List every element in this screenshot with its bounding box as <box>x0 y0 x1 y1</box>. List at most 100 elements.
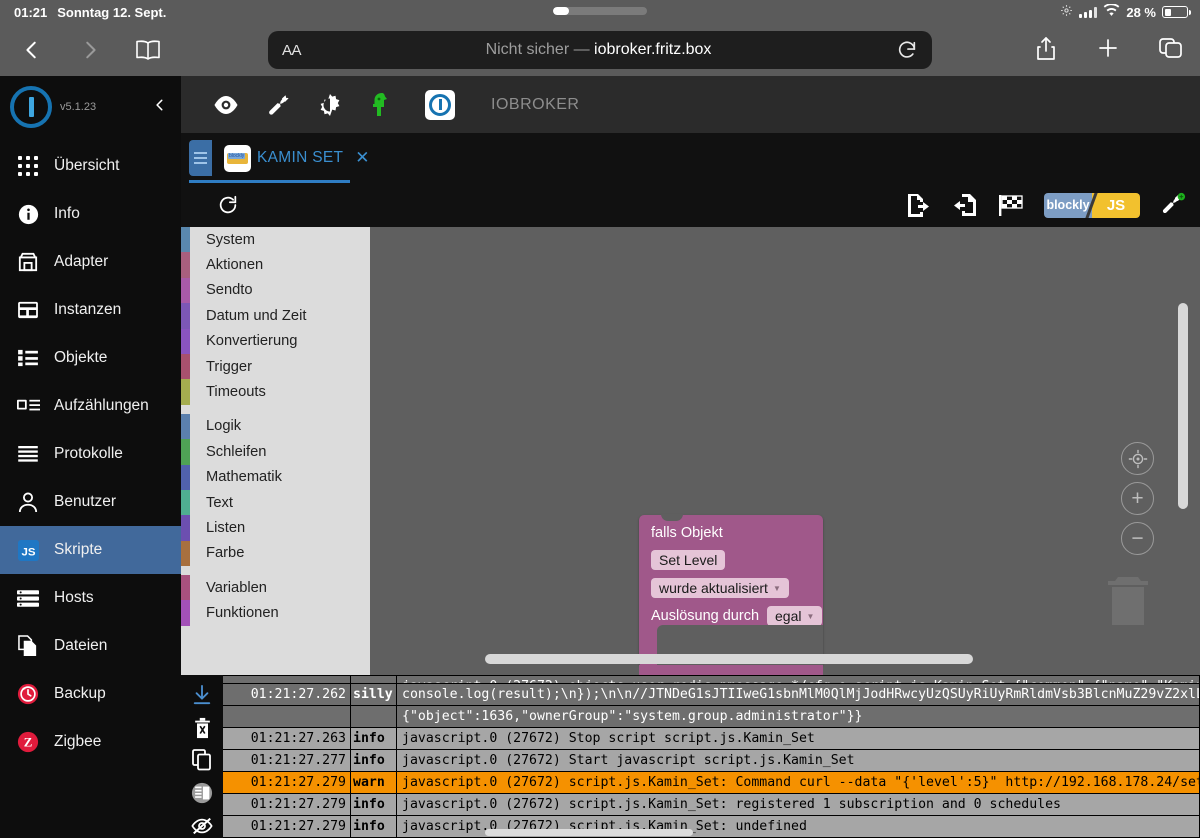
category-color <box>181 379 190 405</box>
toolbox-category-variablen[interactable]: Variablen <box>181 575 370 601</box>
screen: 01:21 Sonntag 12. Sept. 28 % AA Nicht si… <box>0 0 1200 838</box>
wrench-bug-icon[interactable] <box>1160 192 1186 218</box>
toolbox-category-sendto[interactable]: Sendto <box>181 277 370 304</box>
log-severity: info <box>351 793 397 815</box>
address-bar[interactable]: AA Nicht sicher — iobroker.fritz.box <box>268 31 932 69</box>
head-green-icon[interactable] <box>369 92 395 118</box>
reload-icon[interactable] <box>896 39 918 61</box>
workspace-zoom-controls[interactable]: + − <box>1121 442 1154 555</box>
book-icon[interactable] <box>134 36 162 64</box>
import-blocks-icon[interactable] <box>952 192 978 218</box>
toolbox-category-funktionen[interactable]: Funktionen <box>181 600 370 626</box>
contrast-icon[interactable] <box>317 92 343 118</box>
table-row[interactable]: 01:21:27.279 info javascript.0 (27672) s… <box>223 815 1200 837</box>
sidebar-item-dateien[interactable]: Dateien <box>0 622 181 670</box>
blockly-toolbox[interactable]: System Aktionen Sendto Datum und Zeit Ko… <box>181 227 370 675</box>
category-color <box>181 439 190 465</box>
sidebar-item-objekte[interactable]: Objekte <box>0 334 181 382</box>
sidebar-item-skripte[interactable]: JS Skripte <box>0 526 181 574</box>
toolbox-category-schleifen[interactable]: Schleifen <box>181 439 370 465</box>
toolbox-category-text[interactable]: Text <box>181 489 370 516</box>
block-on-object[interactable]: falls Objekt Set Level wurde aktualisier… <box>639 514 823 675</box>
lines-icon <box>16 442 40 466</box>
tab-kamin-set[interactable]: KAMIN SET ✕ <box>224 144 370 172</box>
toolbox-category-mathematik[interactable]: Mathematik <box>181 464 370 490</box>
instances-icon <box>16 298 40 322</box>
workspace-horizontal-scrollbar[interactable] <box>485 654 973 664</box>
sidebar-item-uebersicht[interactable]: Übersicht <box>0 142 181 190</box>
status-bar-right: 28 % <box>1060 0 1191 24</box>
zoom-out-button[interactable]: − <box>1121 522 1154 555</box>
event-field[interactable]: wurde aktualisiert ▼ <box>651 578 789 598</box>
trigger-field[interactable]: egal ▼ <box>767 606 823 626</box>
share-icon[interactable] <box>1034 36 1062 64</box>
toolbox-category-aktionen[interactable]: Aktionen <box>181 252 370 278</box>
sidebar-item-benutzer[interactable]: Benutzer <box>0 478 181 526</box>
eye-icon[interactable] <box>213 92 239 118</box>
sidebar-item-zigbee[interactable]: Z Zigbee <box>0 718 181 766</box>
sidebar-item-hosts[interactable]: Hosts <box>0 574 181 622</box>
hosts-icon <box>16 586 40 610</box>
sidebar-item-backup[interactable]: Backup <box>0 670 181 718</box>
block-notch <box>661 514 683 521</box>
workspace-vertical-scrollbar[interactable] <box>1178 303 1188 509</box>
toolbox-category-system[interactable]: System <box>181 227 370 253</box>
zoom-center-icon[interactable] <box>1121 442 1154 475</box>
checkered-flag-icon[interactable] <box>998 192 1024 218</box>
iobroker-logo-icon <box>425 89 455 120</box>
category-color <box>181 489 190 516</box>
category-color <box>181 413 190 440</box>
chevron-left-icon[interactable] <box>18 36 46 64</box>
table-row[interactable]: 01:21:27.279 info javascript.0 (27672) s… <box>223 793 1200 815</box>
sidebar-collapse-button[interactable] <box>153 95 167 120</box>
log-table[interactable]: javascript.0 (27672) objects user redis … <box>223 675 1200 838</box>
wrench-icon[interactable] <box>265 92 291 118</box>
log-severity: info <box>351 815 397 837</box>
table-row[interactable]: 01:21:27.262 silly console.log(result);\… <box>223 683 1200 705</box>
table-row[interactable]: 01:21:27.279 warn javascript.0 (27672) s… <box>223 771 1200 793</box>
toolbox-category-timeouts[interactable]: Timeouts <box>181 379 370 405</box>
toolbox-category-listen[interactable]: Listen <box>181 515 370 541</box>
toolbox-category-trigger[interactable]: Trigger <box>181 353 370 380</box>
sidebar-item-instanzen[interactable]: Instanzen <box>0 286 181 334</box>
delete-log-icon[interactable] <box>190 716 214 740</box>
sidebar-item-adapter[interactable]: Adapter <box>0 238 181 286</box>
table-row[interactable]: {"object":1636,"ownerGroup":"system.grou… <box>223 705 1200 727</box>
zoom-in-button[interactable]: + <box>1121 482 1154 515</box>
layout-icon[interactable] <box>190 781 214 805</box>
toolbox-category-logik[interactable]: Logik <box>181 413 370 440</box>
eye-off-icon[interactable] <box>190 814 214 838</box>
block-title: falls Objekt <box>651 525 723 541</box>
status-date: Sonntag 12. Sept. <box>57 4 167 20</box>
log-horizontal-scrollbar[interactable] <box>485 829 693 836</box>
blockly-js-toggle[interactable]: blockly JS <box>1044 192 1140 218</box>
reload-icon[interactable] <box>217 194 239 216</box>
toolbox-category-konvertierung[interactable]: Konvertierung <box>181 328 370 354</box>
log-severity <box>351 675 397 683</box>
category-label: Trigger <box>206 358 252 375</box>
svg-text:JS: JS <box>21 546 35 558</box>
object-field[interactable]: Set Level <box>651 550 726 570</box>
copy-icon[interactable] <box>190 749 214 773</box>
status-bar-left: 01:21 Sonntag 12. Sept. <box>0 5 166 20</box>
plus-icon[interactable] <box>1096 36 1124 64</box>
table-row[interactable]: 01:21:27.263 info javascript.0 (27672) S… <box>223 727 1200 749</box>
sidebar-item-protokolle[interactable]: Protokolle <box>0 430 181 478</box>
toolbox-category-farbe[interactable]: Farbe <box>181 540 370 567</box>
sidebar-item-info[interactable]: Info <box>0 190 181 238</box>
download-icon[interactable] <box>190 683 214 707</box>
close-icon[interactable]: ✕ <box>355 148 369 168</box>
tabs-icon[interactable] <box>1158 36 1186 64</box>
blockly-workspace[interactable]: System Aktionen Sendto Datum und Zeit Ko… <box>181 227 1200 675</box>
table-row[interactable]: javascript.0 (27672) objects user redis … <box>223 675 1200 683</box>
trash-icon[interactable] <box>1104 571 1152 627</box>
toolbox-category-datum-und-zeit[interactable]: Datum und Zeit <box>181 303 370 329</box>
sidebar-item-aufzaehlungen[interactable]: Aufzählungen <box>0 382 181 430</box>
table-row[interactable]: 01:21:27.277 info javascript.0 (27672) S… <box>223 749 1200 771</box>
tab-label: KAMIN SET <box>257 149 344 166</box>
sidebar-item-label: Aufzählungen <box>54 397 149 414</box>
export-blocks-icon[interactable] <box>906 192 932 218</box>
hamburger-icon[interactable] <box>189 140 212 176</box>
text-size-button[interactable]: AA <box>282 42 302 59</box>
chevron-right-icon[interactable] <box>76 36 104 64</box>
